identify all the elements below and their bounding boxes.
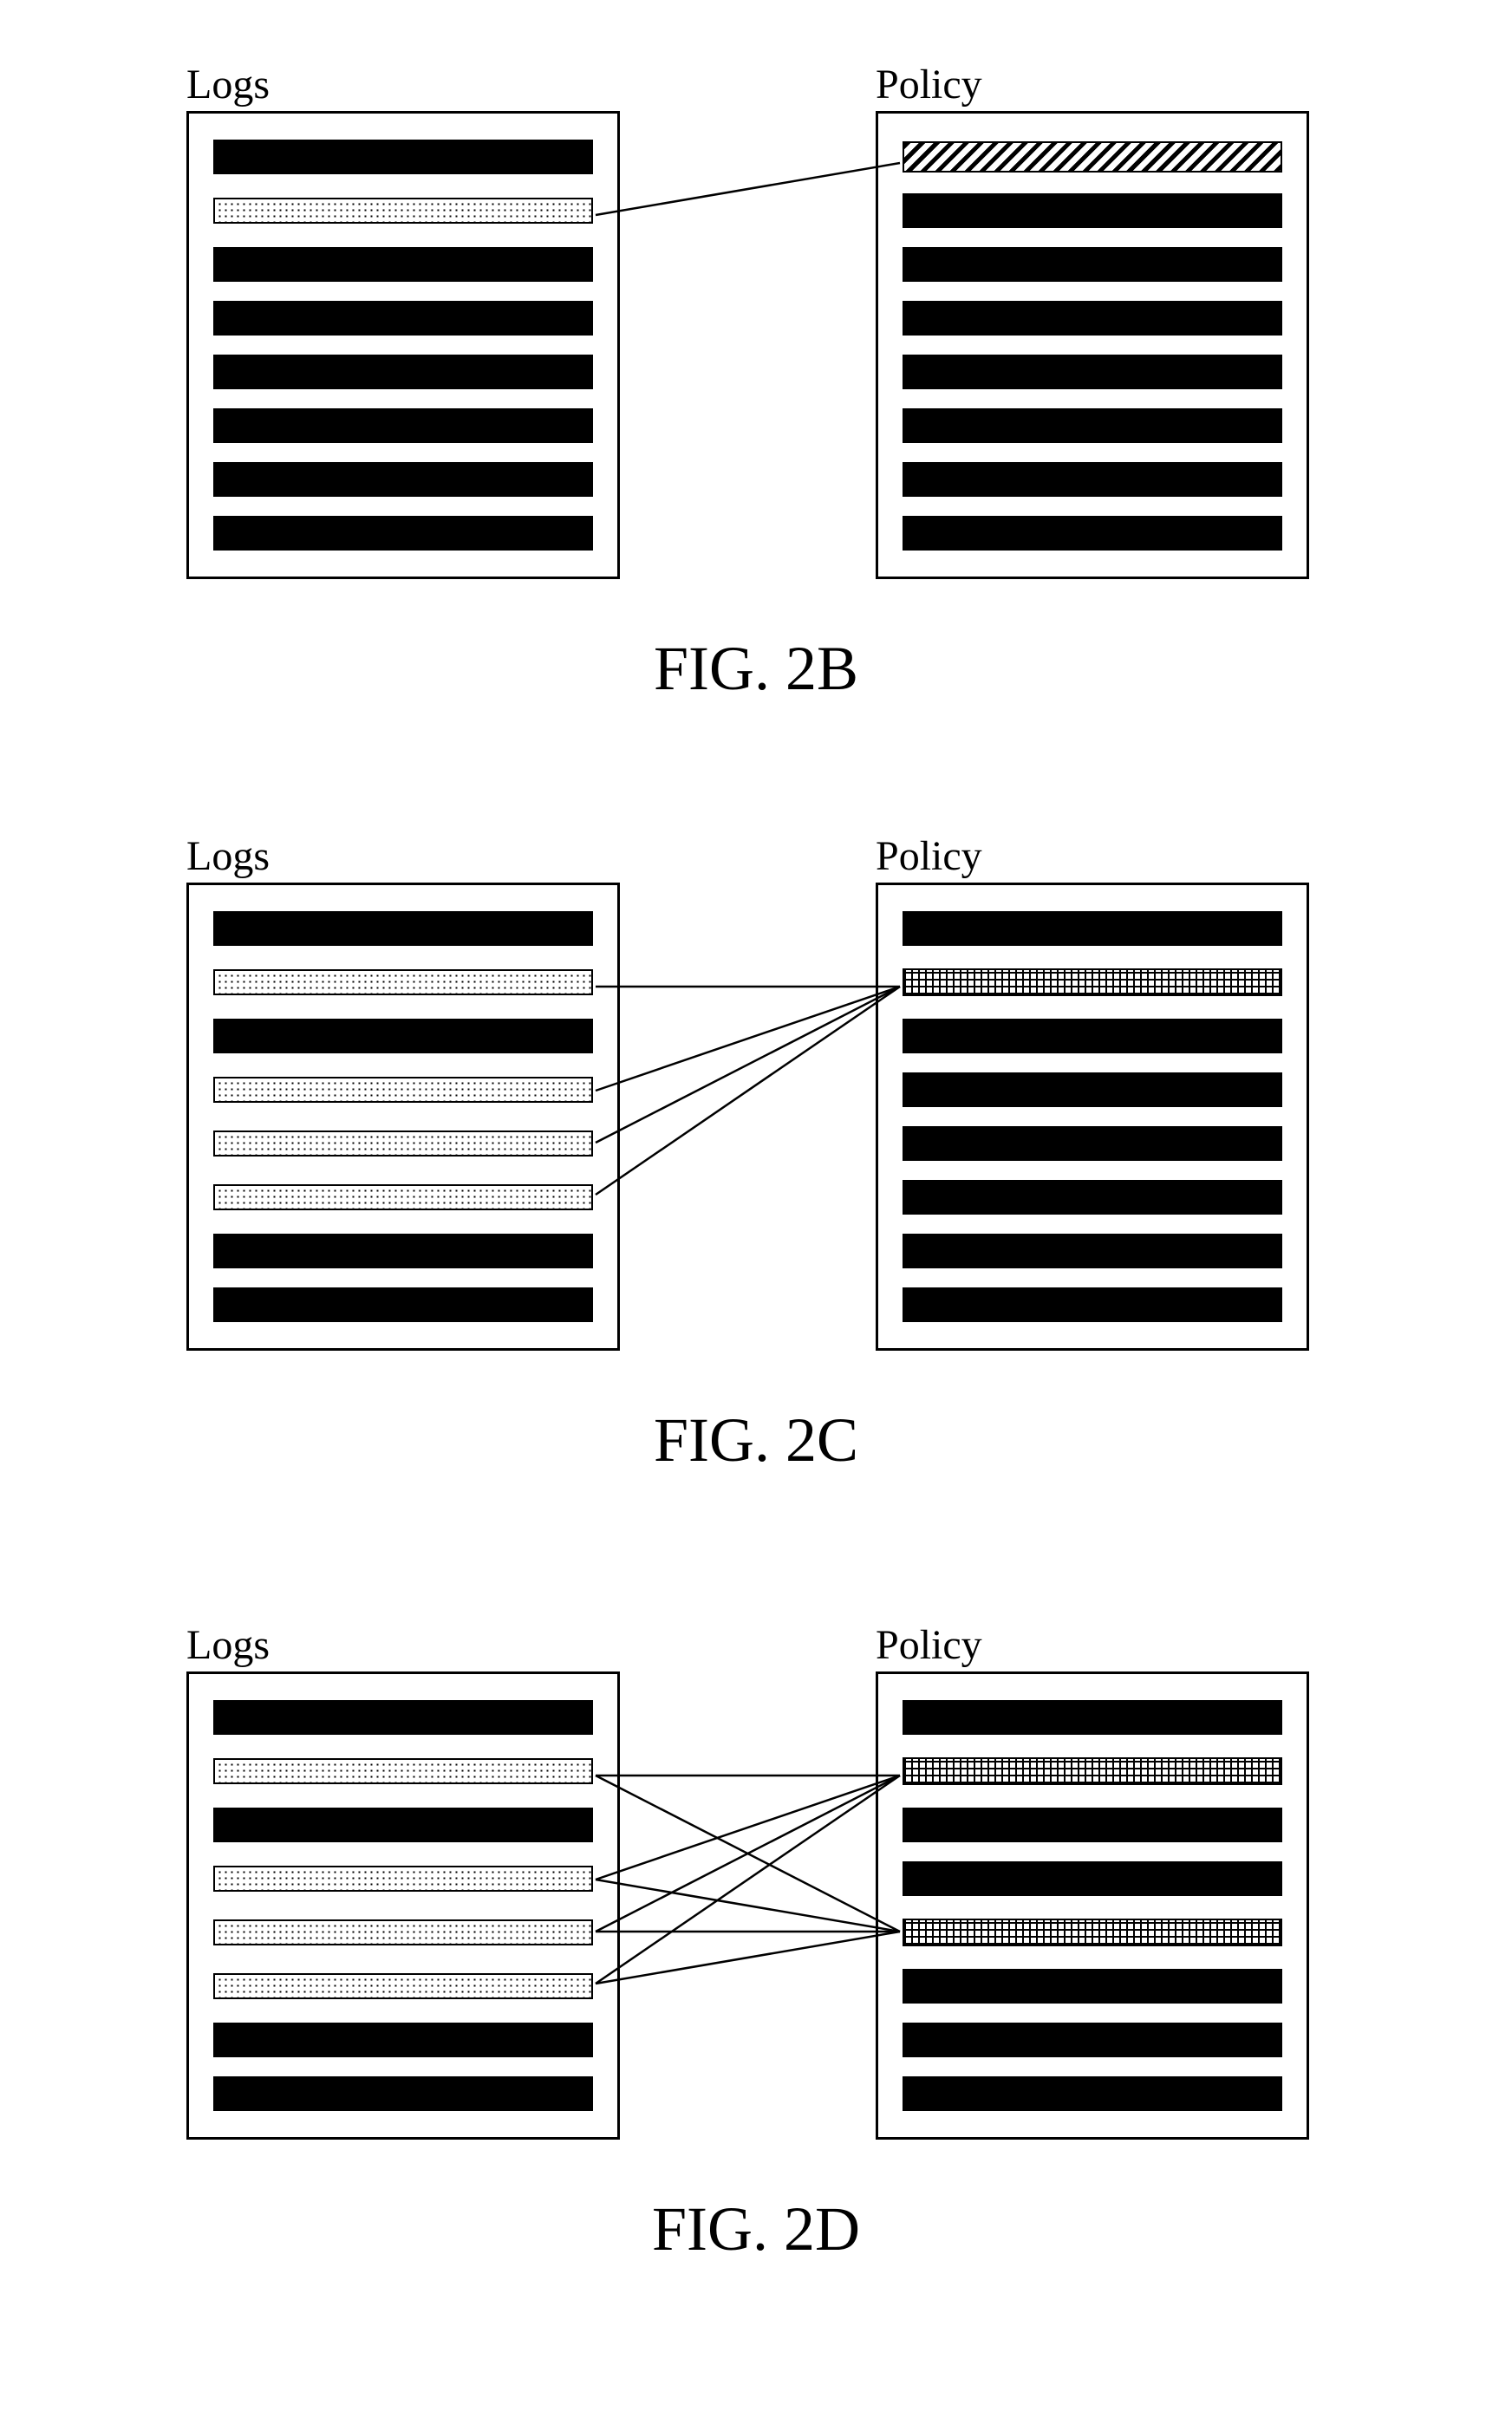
policy-panel-row-diag [903, 141, 1282, 173]
logs-label: Logs [186, 832, 270, 880]
logs-panel-row-dotted [213, 1866, 593, 1892]
policy-panel [876, 111, 1309, 579]
logs-label: Logs [186, 61, 270, 108]
policy-panel-row-solid [903, 1234, 1282, 1268]
logs-panel-row-solid [213, 140, 593, 174]
policy-panel-row-solid [903, 1126, 1282, 1161]
logs-panel-row-solid [213, 301, 593, 336]
logs-label: Logs [186, 1621, 270, 1669]
policy-panel-row-solid [903, 355, 1282, 389]
fig-2d: LogsPolicyFIG. 2D [0, 1621, 1512, 2159]
policy-panel-row-solid [903, 1180, 1282, 1215]
logs-panel-row-solid [213, 1019, 593, 1053]
policy-label: Policy [876, 1621, 982, 1669]
logs-panel [186, 883, 620, 1351]
logs-panel-row-solid [213, 1808, 593, 1842]
policy-panel-row-solid [903, 911, 1282, 946]
policy-panel-row-crosshatch [903, 1919, 1282, 1946]
policy-panel-row-solid [903, 1700, 1282, 1735]
figure-caption: FIG. 2B [0, 633, 1512, 705]
policy-panel-row-solid [903, 193, 1282, 228]
logs-panel-row-solid [213, 2023, 593, 2057]
logs-panel-row-dotted [213, 198, 593, 224]
policy-panel-row-solid [903, 1072, 1282, 1107]
connector-line [596, 987, 900, 1143]
connector-line [596, 987, 900, 1091]
logs-panel-row-dotted [213, 1184, 593, 1210]
logs-panel-row-solid [213, 1287, 593, 1322]
policy-panel [876, 1671, 1309, 2140]
panel-pair: Logs Policy [0, 832, 1512, 1370]
policy-panel-row-solid [903, 462, 1282, 497]
policy-panel-row-solid [903, 516, 1282, 551]
logs-panel-row-solid [213, 911, 593, 946]
fig-2c: LogsPolicyFIG. 2C [0, 832, 1512, 1370]
logs-panel [186, 1671, 620, 2140]
logs-panel-row-dotted [213, 969, 593, 995]
policy-panel-row-crosshatch [903, 1757, 1282, 1785]
logs-panel-row-solid [213, 408, 593, 443]
logs-panel-row-solid [213, 462, 593, 497]
policy-panel-row-solid [903, 1287, 1282, 1322]
logs-panel-row-dotted [213, 1077, 593, 1103]
logs-panel-row-solid [213, 1234, 593, 1268]
connector-line [596, 1776, 900, 1984]
logs-panel-row-solid [213, 355, 593, 389]
policy-panel-row-solid [903, 247, 1282, 282]
connector-line [596, 1880, 900, 1932]
policy-panel-row-solid [903, 2023, 1282, 2057]
logs-panel-row-solid [213, 247, 593, 282]
fig-2b: LogsPolicyFIG. 2B [0, 61, 1512, 598]
policy-panel-row-solid [903, 1019, 1282, 1053]
figure-caption: FIG. 2C [0, 1404, 1512, 1476]
policy-panel-row-solid [903, 1808, 1282, 1842]
policy-label: Policy [876, 832, 982, 880]
logs-panel-row-dotted [213, 1973, 593, 1999]
policy-panel-row-solid [903, 1969, 1282, 2004]
policy-label: Policy [876, 61, 982, 108]
policy-panel-row-crosshatch [903, 968, 1282, 996]
logs-panel-row-dotted [213, 1919, 593, 1945]
connector-line [596, 1776, 900, 1932]
panel-pair: Logs Policy [0, 1621, 1512, 2159]
logs-panel-row-solid [213, 1700, 593, 1735]
connector-line [596, 987, 900, 1195]
connector-line [596, 1776, 900, 1880]
logs-panel-row-solid [213, 516, 593, 551]
logs-panel-row-dotted [213, 1131, 593, 1157]
policy-panel-row-solid [903, 408, 1282, 443]
policy-panel-row-solid [903, 301, 1282, 336]
figure-caption: FIG. 2D [0, 2193, 1512, 2265]
connector-line [596, 1776, 900, 1932]
policy-panel [876, 883, 1309, 1351]
logs-panel-row-solid [213, 2076, 593, 2111]
logs-panel [186, 111, 620, 579]
connector-line [596, 1932, 900, 1984]
connector-line [596, 163, 900, 215]
logs-panel-row-dotted [213, 1758, 593, 1784]
policy-panel-row-solid [903, 1861, 1282, 1896]
policy-panel-row-solid [903, 2076, 1282, 2111]
panel-pair: Logs Policy [0, 61, 1512, 598]
